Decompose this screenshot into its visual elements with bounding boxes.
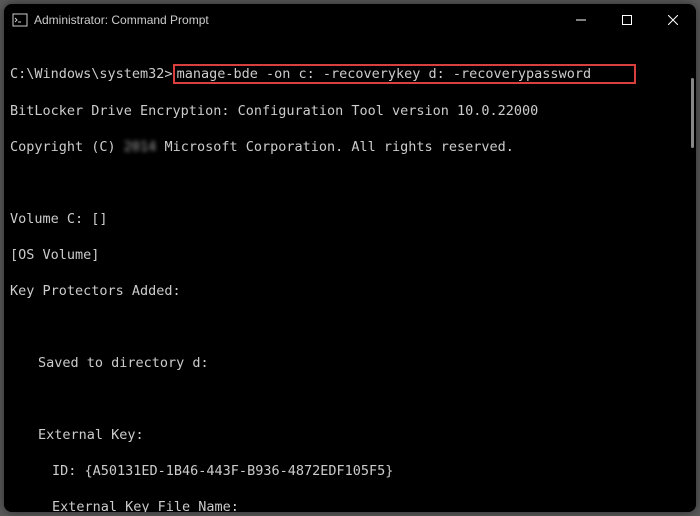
output-line: Copyright (C) 2014 Microsoft Corporation… [10,138,688,156]
close-button[interactable] [650,4,696,36]
command-text: manage-bde -on c: -recoverykey d: -recov… [177,66,592,82]
output-line: Key Protectors Added: [10,282,688,300]
window-title: Administrator: Command Prompt [34,13,558,27]
output-line: External Key File Name: [10,498,688,512]
maximize-button[interactable] [604,4,650,36]
cmd-icon [12,12,28,28]
titlebar[interactable]: Administrator: Command Prompt [4,4,696,36]
minimize-button[interactable] [558,4,604,36]
output-line: ID: {A50131ED-1B46-443F-B936-4872EDF105F… [10,462,688,480]
output-line: [OS Volume] [10,246,688,264]
output-line: Volume C: [] [10,210,688,228]
scrollbar[interactable] [691,78,694,148]
terminal-output[interactable]: C:\Windows\system32>manage-bde -on c: -r… [4,36,696,512]
output-line: Saved to directory d: [10,354,688,372]
output-line: BitLocker Drive Encryption: Configuratio… [10,102,688,120]
output-line: External Key: [10,426,688,444]
command-prompt-window: Administrator: Command Prompt C:\Windows… [4,4,696,512]
window-controls [558,4,696,36]
prompt-path: C:\Windows\system32> [10,66,173,82]
command-highlight: manage-bde -on c: -recoverykey d: -recov… [173,64,636,84]
